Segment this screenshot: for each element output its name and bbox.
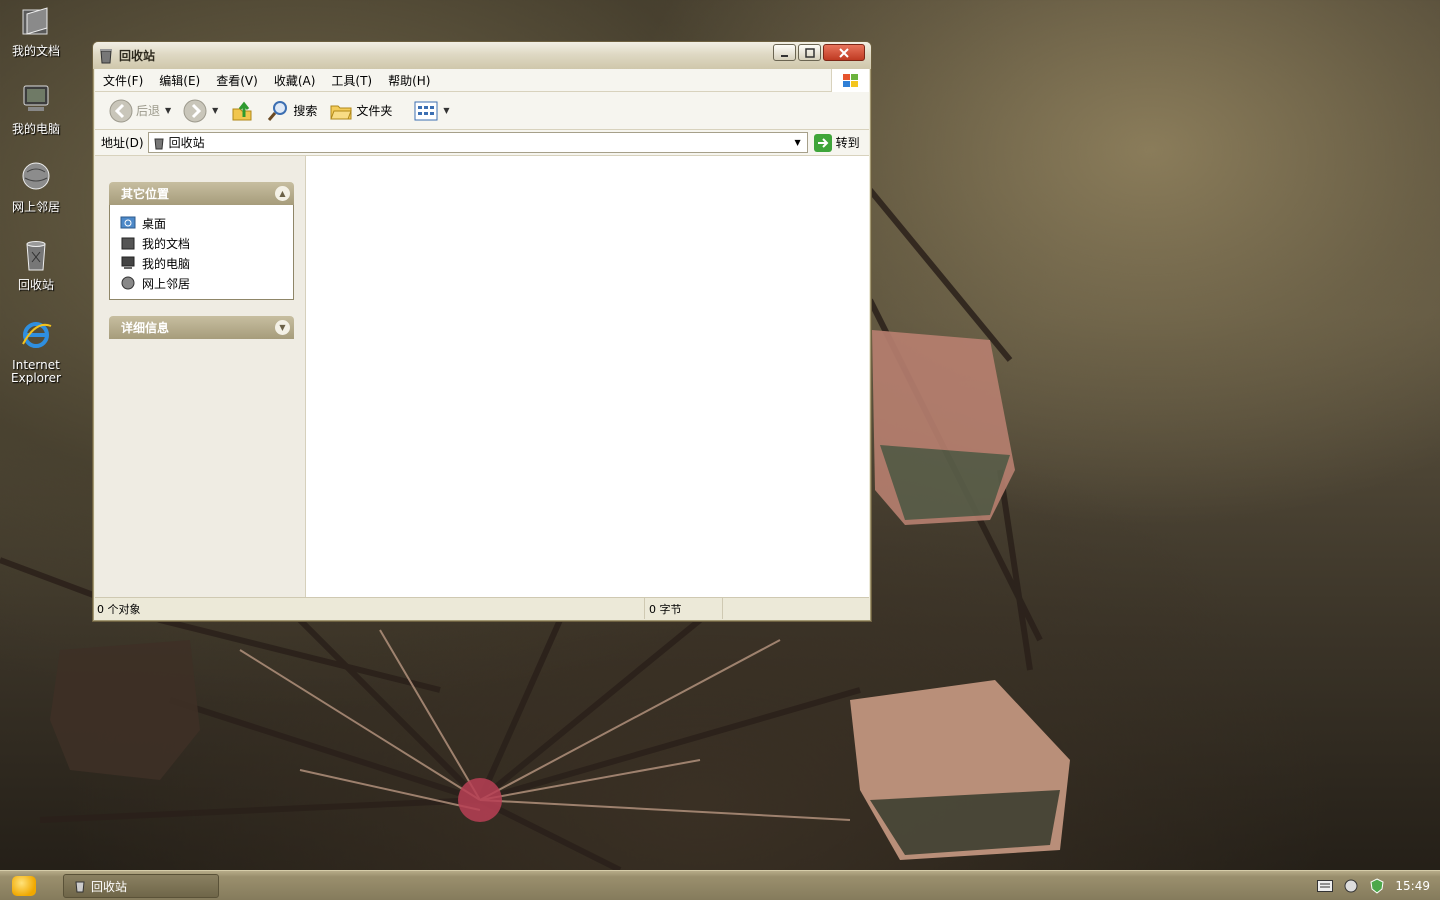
- maximize-button[interactable]: [798, 44, 821, 61]
- chevron-down-icon[interactable]: ▼: [791, 135, 805, 150]
- other-places-panel: 其它位置 ▲ 桌面 我的文档 我的电脑 网上邻居: [109, 182, 294, 300]
- place-link-network[interactable]: 网上邻居: [120, 273, 283, 293]
- menu-help[interactable]: 帮助(H): [380, 72, 438, 89]
- status-bar: 0 个对象 0 字节: [95, 597, 869, 619]
- up-folder-icon: [232, 101, 252, 120]
- task-pane: 其它位置 ▲ 桌面 我的文档 我的电脑 网上邻居 详细信息 ▼: [95, 156, 305, 597]
- details-title: 详细信息: [121, 321, 170, 335]
- desktop-icon-network[interactable]: 网上邻居: [4, 160, 68, 214]
- system-tray: 15:49: [1317, 871, 1440, 900]
- desktop-icon-label: 我的电脑: [11, 122, 60, 136]
- place-link-label: 网上邻居: [142, 276, 191, 291]
- clock[interactable]: 15:49: [1395, 879, 1430, 893]
- recycle-bin-icon: [75, 881, 85, 893]
- desktop-icon-recycle-bin[interactable]: 回收站: [4, 238, 68, 292]
- my-documents-icon: [121, 237, 135, 250]
- taskbar: 回收站 15:49: [0, 870, 1440, 900]
- menu-file[interactable]: 文件(F): [95, 72, 151, 89]
- details-header[interactable]: 详细信息 ▼: [109, 316, 294, 339]
- forward-arrow-icon: [183, 99, 207, 122]
- folders-label: 文件夹: [356, 104, 393, 118]
- network-places-icon: [121, 276, 135, 290]
- windows-logo: [831, 69, 869, 92]
- my-documents-icon: [22, 7, 48, 35]
- go-button[interactable]: 转到: [813, 133, 860, 152]
- taskbar-item-label: 回收站: [91, 879, 128, 894]
- folder-icon: [330, 105, 353, 119]
- close-button[interactable]: [823, 44, 865, 61]
- recycle-bin-window: 回收站 文件(F) 编辑(E) 查看(V) 收藏(A) 工具(T) 帮助(H): [92, 41, 872, 622]
- desktop-icon-label-line2: Explorer: [11, 371, 61, 385]
- address-value: 回收站: [168, 136, 205, 150]
- menu-edit[interactable]: 编辑(E): [151, 72, 208, 89]
- place-link-my-documents[interactable]: 我的文档: [120, 233, 283, 253]
- maximize-icon: [804, 47, 815, 58]
- back-label: 后退: [136, 104, 161, 118]
- status-object-count: 0 个对象: [95, 598, 645, 619]
- address-input[interactable]: 回收站 ▼: [147, 132, 808, 153]
- desktop-icon-my-documents[interactable]: 我的文档: [4, 4, 68, 58]
- search-button[interactable]: 搜索: [262, 97, 321, 125]
- folders-button[interactable]: 文件夹: [325, 97, 396, 125]
- title-bar[interactable]: 回收站: [93, 42, 871, 69]
- details-panel: 详细信息 ▼: [109, 316, 294, 339]
- chevron-down-icon[interactable]: ▼: [443, 106, 449, 115]
- menu-view[interactable]: 查看(V): [208, 72, 266, 89]
- menu-tools[interactable]: 工具(T): [323, 72, 380, 89]
- minimize-button[interactable]: [773, 44, 796, 61]
- search-label: 搜索: [293, 104, 318, 118]
- my-computer-icon: [121, 256, 135, 269]
- minimize-icon: [780, 54, 788, 57]
- desktop-icon-label: 我的文档: [11, 44, 60, 58]
- window-title: 回收站: [119, 49, 156, 63]
- place-link-label: 我的电脑: [142, 256, 191, 271]
- address-label: 地址(D): [101, 136, 144, 150]
- status-size: 0 字节: [645, 598, 723, 619]
- file-list-area[interactable]: [305, 156, 869, 597]
- chevron-down-icon[interactable]: ▼: [275, 320, 290, 335]
- internet-explorer-icon: [22, 322, 52, 348]
- network-status-icon[interactable]: [1343, 878, 1359, 894]
- close-icon: [839, 47, 849, 58]
- chevron-up-icon[interactable]: ▲: [275, 186, 290, 201]
- desktop-icon: [120, 216, 136, 229]
- recycle-bin-icon: [154, 138, 164, 149]
- windows-flag-icon: [842, 73, 858, 87]
- content-area: 其它位置 ▲ 桌面 我的文档 我的电脑 网上邻居 详细信息 ▼: [95, 156, 869, 597]
- other-places-title: 其它位置: [121, 187, 170, 201]
- place-link-label: 我的文档: [142, 236, 191, 251]
- place-link-my-computer[interactable]: 我的电脑: [120, 253, 283, 273]
- desktop-icon-internet-explorer[interactable]: Internet Explorer: [4, 318, 68, 385]
- start-button[interactable]: [12, 876, 36, 896]
- recycle-bin-icon: [26, 241, 46, 271]
- my-computer-icon: [23, 85, 49, 111]
- search-icon: [268, 100, 288, 121]
- other-places-header[interactable]: 其它位置 ▲: [109, 182, 294, 205]
- forward-button[interactable]: ▼: [179, 97, 222, 125]
- chevron-down-icon[interactable]: ▼: [212, 106, 218, 115]
- place-link-label: 桌面: [142, 216, 167, 231]
- menu-favorites[interactable]: 收藏(A): [266, 72, 324, 89]
- back-arrow-icon: [109, 99, 133, 122]
- recycle-bin-icon: [100, 48, 112, 63]
- taskbar-item-recycle-bin[interactable]: 回收站: [63, 874, 219, 898]
- views-button[interactable]: ▼: [410, 99, 453, 123]
- desktop-icon-label: 回收站: [17, 278, 54, 292]
- views-grid-icon: [414, 101, 438, 120]
- security-shield-icon[interactable]: [1369, 878, 1385, 894]
- keyboard-icon[interactable]: [1317, 880, 1334, 892]
- go-label: 转到: [835, 136, 860, 150]
- desktop-icon-label: 网上邻居: [11, 200, 60, 214]
- network-places-icon: [22, 162, 50, 190]
- go-arrow-icon: [813, 133, 832, 152]
- desktop-icon-my-computer[interactable]: 我的电脑: [4, 82, 68, 136]
- status-zone: [723, 598, 869, 619]
- place-link-desktop[interactable]: 桌面: [120, 213, 283, 233]
- chevron-down-icon[interactable]: ▼: [165, 106, 171, 115]
- menu-bar: 文件(F) 编辑(E) 查看(V) 收藏(A) 工具(T) 帮助(H): [95, 69, 869, 92]
- address-bar: 地址(D) 回收站 ▼ 转到: [95, 130, 869, 156]
- back-button[interactable]: 后退 ▼: [105, 97, 175, 125]
- up-folder-button[interactable]: [226, 97, 258, 125]
- toolbar: 后退 ▼ ▼ 搜索 文件夹 ▼: [95, 92, 869, 130]
